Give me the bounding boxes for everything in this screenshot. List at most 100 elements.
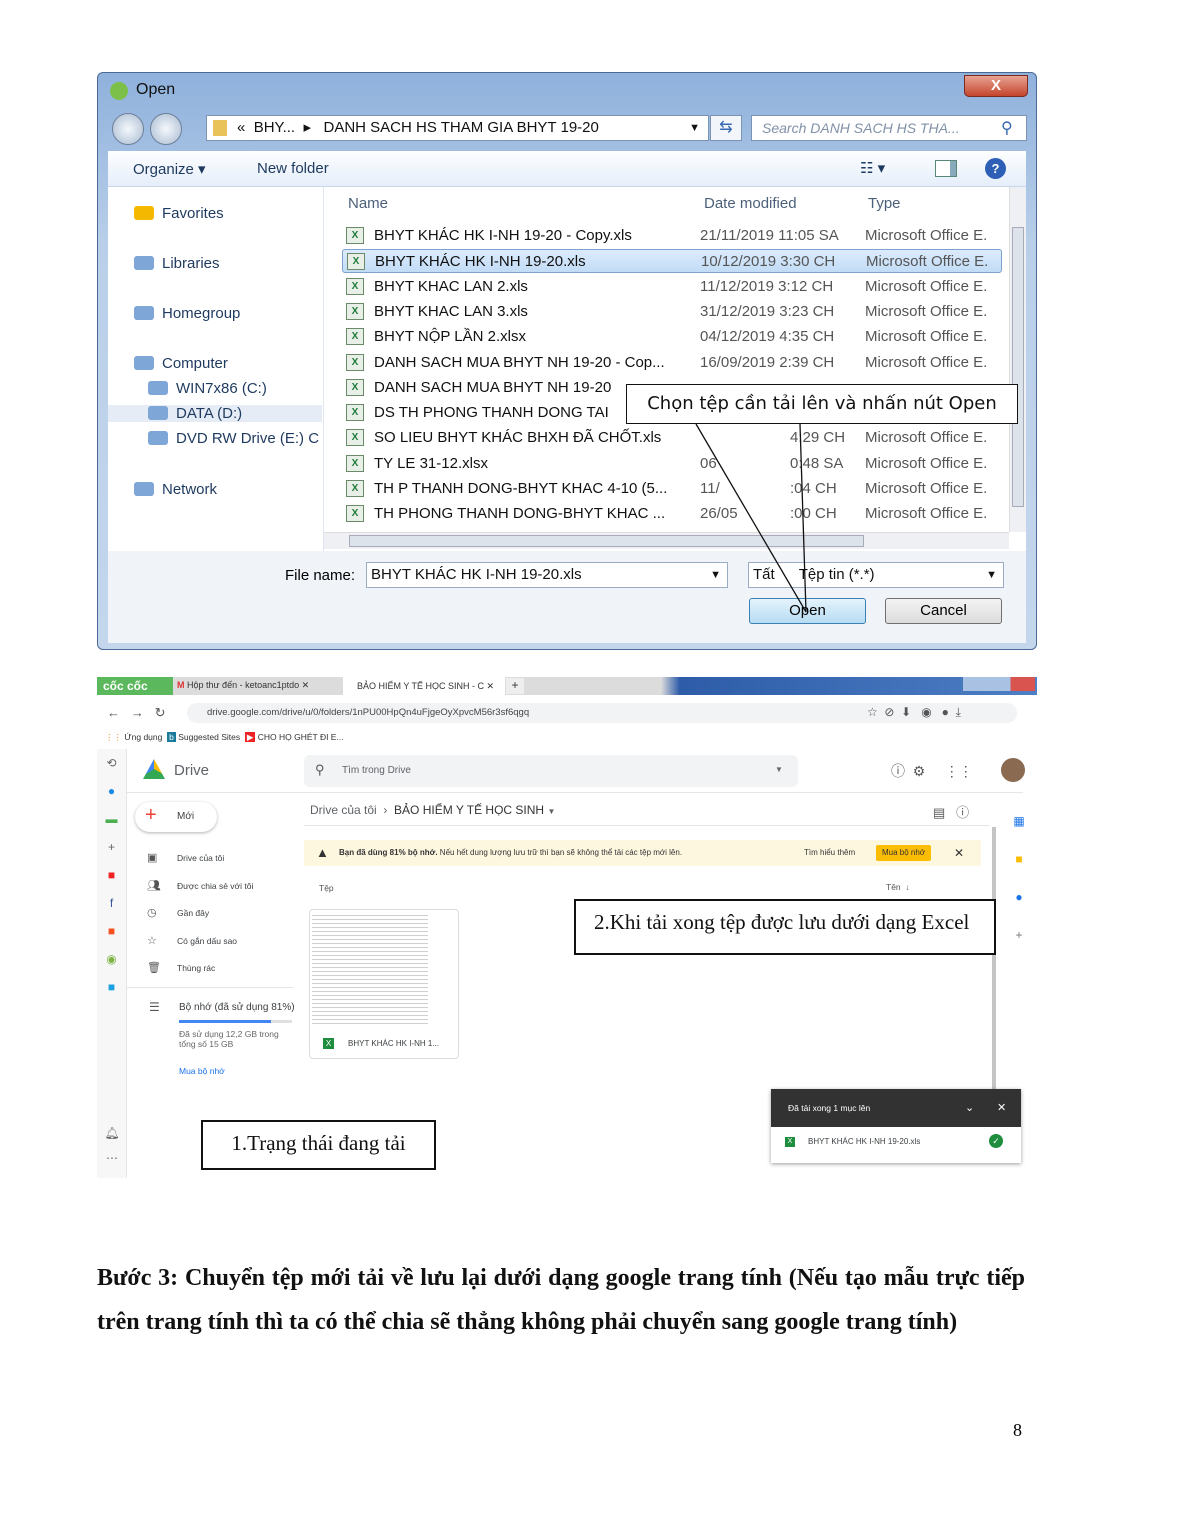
nav-item[interactable]: Homegroup [134,305,240,322]
drive-nav-item[interactable]: ☆ Có gắn dấu sao [147,934,237,947]
chevron-down-icon[interactable]: ▼ [986,563,997,587]
file-row[interactable]: X DANH SACH MUA BHYT NH 19-20 - Cop... 16/… [342,351,1002,375]
view-info-icons[interactable]: ▤ ⓘ [933,802,969,821]
file-row[interactable]: X SO LIEU BHYT KHÁC BHXH ĐÃ CHỐT.xls 4:29 … [342,426,1002,450]
window-controls[interactable] [963,677,1035,691]
header-icons[interactable]: ⓘ ⚙ ⋮⋮ [891,761,973,781]
close-icon[interactable]: ✕ [997,1089,1006,1127]
nav-item[interactable]: Computer [134,355,228,372]
tiki-icon[interactable]: ■ [97,973,126,1001]
messenger-icon[interactable]: ● [97,777,126,805]
column-header-date[interactable]: Date modified [704,195,797,212]
more-icon[interactable]: ⋯ [97,1144,127,1172]
learn-more-link[interactable]: Tìm hiểu thêm [804,840,855,866]
add-icon[interactable]: + [1009,916,1029,954]
browser-brand[interactable]: cốc cốc [97,677,173,695]
drive-nav-item[interactable]: 🗑︎ Thùng rác [147,961,215,974]
sort-by-name[interactable]: Tên ↓ [886,882,910,892]
buy-storage-link[interactable]: Mua bộ nhớ [179,1066,225,1076]
file-row[interactable]: X TH PHONG THANH DONG-BHYT KHAC ... 26/05:… [342,502,1002,526]
back-button[interactable] [112,113,144,145]
help-icon[interactable]: ? [985,158,1006,179]
breadcrumb-folder[interactable]: BẢO HIỂM Y TẾ HỌC SINH [394,803,544,817]
new-tab-button[interactable]: + [506,678,524,694]
buy-storage-button[interactable]: Mua bộ nhớ [876,845,932,861]
game-icon[interactable]: ▬ [97,805,126,833]
file-type-select[interactable]: Tất Tệp tin (*.*) ▼ [748,562,1004,588]
keep-icon[interactable]: ■ [1009,840,1029,878]
file-row[interactable]: X BHYT KHAC LAN 3.xls 31/12/2019 3:23 CH Mi… [342,300,1002,324]
drive-nav-item[interactable]: ▣ Drive của tôi [147,851,224,864]
app-icon[interactable]: ◉ [97,945,126,973]
youtube-icon[interactable]: ■ [97,861,126,889]
file-name-input[interactable]: BHYT KHÁC HK I-NH 19-20.xls ▼ [366,562,728,588]
toolbar-icons[interactable]: ☆ ⊘ ⬇ ◉ ● ⤓ [867,705,961,720]
breadcrumb-parent[interactable]: BHY... [254,119,295,136]
tab-gmail[interactable]: M Hộp thư đến - ketoanc1ptdo ✕ [177,680,309,691]
nav-item[interactable]: DATA (D:) [108,405,322,422]
column-header-name[interactable]: Name [348,195,388,212]
bookmark[interactable]: Suggested Sites [178,732,240,742]
view-options-icon[interactable]: ☷ ▾ [860,159,885,177]
horizontal-scrollbar[interactable] [324,532,1009,549]
breadcrumb-current[interactable]: DANH SACH HS THAM GIA BHYT 19-20 [323,119,598,136]
search-input[interactable]: Search DANH SACH HS THA... [751,115,1027,141]
excel-file-icon: X [346,429,364,447]
breadcrumb-overflow[interactable]: « [237,119,245,136]
drive-logo-text[interactable]: Drive [174,762,209,779]
file-type-value: Tất [753,566,775,583]
drive-search-input[interactable]: Tìm trong Drive [304,755,798,787]
vertical-scrollbar[interactable] [1009,187,1026,532]
nav-item[interactable]: DVD RW Drive (E:) C [148,430,319,447]
organize-button[interactable]: Organize ▾ [133,160,206,178]
chevron-down-icon[interactable]: ▼ [547,807,555,816]
close-button[interactable]: X [964,75,1028,97]
shopee-icon[interactable]: ■ [97,917,126,945]
file-row[interactable]: X BHYT KHAC LAN 2.xls 11/12/2019 3:12 CH Mi… [342,275,1002,299]
nav-item[interactable]: Favorites [134,205,224,222]
column-header-type[interactable]: Type [868,195,901,212]
collapse-icon[interactable]: ⌄ [965,1089,974,1127]
bing-icon: b [167,732,176,742]
tab-drive[interactable]: BẢO HIỂM Y TẾ HỌC SINH - C ✕ [343,677,505,695]
search-icon[interactable]: ⚲ [1001,118,1013,138]
new-folder-button[interactable]: New folder [257,160,329,177]
nav-item[interactable]: WIN7x86 (C:) [148,380,267,397]
search-options-icon[interactable]: ▼ [775,765,783,774]
facebook-icon[interactable]: f [97,889,126,917]
storage-detail-1: Đã sử dụng 12,2 GB trong [179,1029,279,1039]
chevron-down-icon[interactable]: ▼ [710,563,721,587]
upload-file-name[interactable]: BHYT KHÁC HK I-NH 19-20.xls [808,1137,920,1146]
history-icon[interactable]: ⟲ [97,749,126,777]
excel-file-icon: X [346,353,364,371]
storage-label[interactable]: Bộ nhớ (đã sử dụng 81%) [179,1002,295,1013]
preview-pane-icon[interactable] [935,160,957,177]
drive-nav-item[interactable]: ◷ Gần đây [147,906,209,919]
add-icon[interactable]: + [97,833,126,861]
cancel-button[interactable]: Cancel [885,598,1002,624]
open-button[interactable]: Open [749,598,866,624]
bell-icon[interactable]: 🔔︎ [97,1119,127,1147]
file-row[interactable]: X TY LE 31-12.xlsx 06 0:48 SA Microsoft Offi… [342,452,1002,476]
scrollbar[interactable] [992,827,996,1097]
bookmark[interactable]: CHO HỌ GHÉT ĐI E... [258,732,344,742]
nav-buttons[interactable]: ← → ↻ [107,705,166,721]
address-bar[interactable]: « BHY... ▸ DANH SACH HS THAM GIA BHYT 19… [206,115,709,141]
chevron-down-icon[interactable]: ▼ [689,116,700,140]
tasks-icon[interactable]: ● [1009,878,1029,916]
close-icon[interactable]: ✕ [954,840,964,866]
refresh-icon[interactable]: ⇆ [710,115,742,141]
file-row[interactable]: X BHYT KHÁC HK I-NH 19-20.xls 10/12/2019 3… [342,249,1002,274]
forward-button[interactable] [150,113,182,145]
nav-item[interactable]: Network [134,481,217,498]
nav-item[interactable]: Libraries [134,255,220,272]
avatar[interactable] [1001,758,1025,782]
file-row[interactable]: X TH P THANH DONG-BHYT KHAC 4-10 (5... 11/… [342,477,1002,501]
breadcrumb-root[interactable]: Drive của tôi [310,803,377,817]
drive-nav-item[interactable]: 👥︎ Được chia sẻ với tôi [147,879,253,892]
file-card[interactable]: X BHYT KHÁC HK I-NH 1... [309,909,459,1059]
file-row[interactable]: X BHYT NỘP LẦN 2.xlsx 04/12/2019 4:35 CH Mi… [342,325,1002,349]
file-row[interactable]: X BHYT KHÁC HK I-NH 19-20 - Copy.xls 21/11… [342,224,1002,248]
calendar-icon[interactable]: ▦ [1009,802,1029,840]
bookmark[interactable]: Ứng dụng [124,732,162,742]
